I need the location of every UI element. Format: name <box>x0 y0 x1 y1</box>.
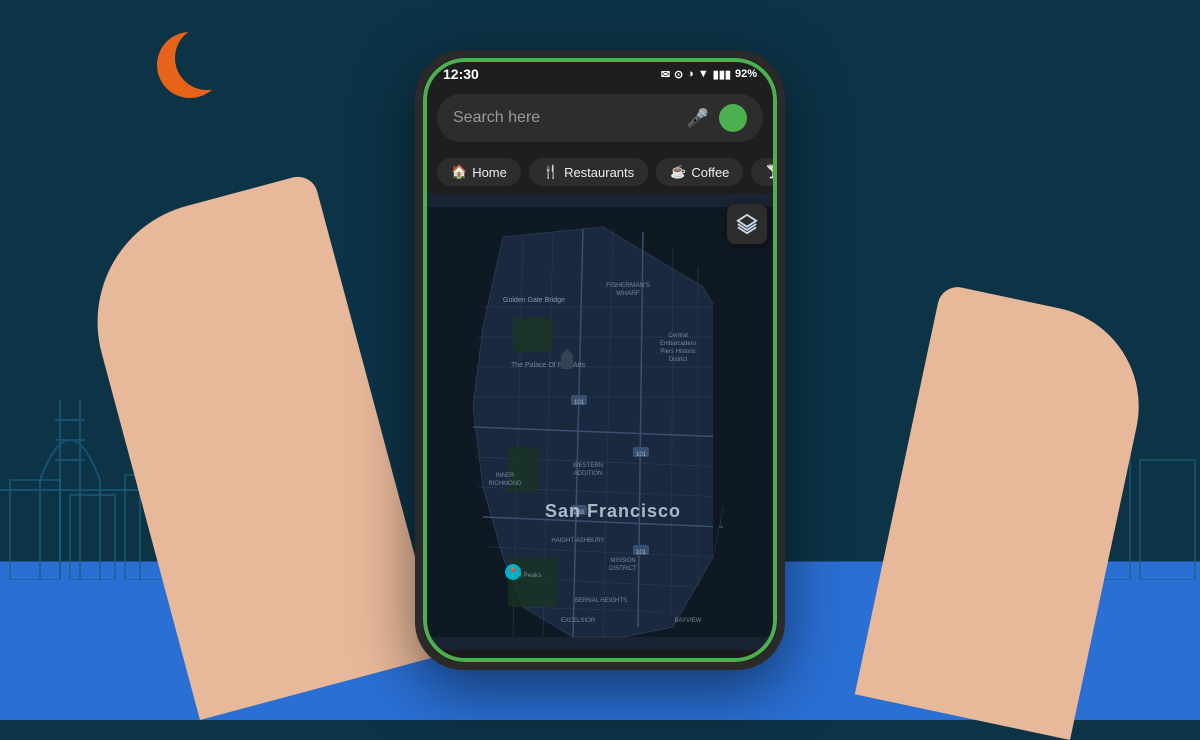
svg-text:EXCELSIOR: EXCELSIOR <box>561 618 596 624</box>
svg-text:101: 101 <box>574 400 585 406</box>
status-icons: ✉ ⊙ ◑ ▼ ▮▮▮ 92% <box>661 68 757 81</box>
moon-decoration <box>155 30 225 100</box>
svg-text:📍: 📍 <box>508 567 518 577</box>
svg-text:DISTRICT: DISTRICT <box>609 566 637 572</box>
svg-text:WESTERN: WESTERN <box>573 463 603 469</box>
svg-text:Central: Central <box>668 333 687 339</box>
svg-text:ADDITION: ADDITION <box>574 471 603 477</box>
email-icon: ✉ <box>661 68 670 81</box>
mic-icon[interactable]: 🎤 <box>687 108 709 129</box>
chip-restaurants[interactable]: 🍴 Restaurants <box>529 158 648 186</box>
svg-text:Piers Historic: Piers Historic <box>660 349 695 355</box>
profile-dot[interactable] <box>719 104 747 132</box>
svg-text:FISHERMAN'S: FISHERMAN'S <box>606 282 651 289</box>
status-bar: 12:30 ✉ ⊙ ◑ ▼ ▮▮▮ 92% <box>423 58 777 86</box>
chip-bar[interactable]: 🍸 B <box>751 158 777 186</box>
status-time: 12:30 <box>443 66 479 82</box>
restaurants-chip-label: Restaurants <box>564 165 634 180</box>
phone: 12:30 ✉ ⊙ ◑ ▼ ▮▮▮ 92% Search here 🎤 🏠 Ho… <box>415 50 785 670</box>
map-svg: 101 101 280 101 Golden Gate Bridge The P… <box>423 194 777 650</box>
coffee-chip-label: Coffee <box>691 165 729 180</box>
svg-text:RICHMOND: RICHMOND <box>489 481 523 487</box>
svg-text:BERNAL HEIGHTS: BERNAL HEIGHTS <box>575 598 627 604</box>
search-bar[interactable]: Search here 🎤 <box>437 94 763 142</box>
home-chip-icon: 🏠 <box>451 164 467 180</box>
svg-text:The Palace Of Fine Arts: The Palace Of Fine Arts <box>511 362 586 369</box>
svg-text:Embarcadero: Embarcadero <box>660 341 697 347</box>
svg-text:101: 101 <box>636 452 647 458</box>
wifi-icon: ▼ <box>698 68 709 80</box>
restaurants-chip-icon: 🍴 <box>543 164 559 180</box>
brightness-icon: ◑ <box>687 68 694 80</box>
search-placeholder: Search here <box>453 109 677 127</box>
location-icon: ⊙ <box>674 68 683 81</box>
signal-icon: ▮▮▮ <box>713 68 731 81</box>
layers-button[interactable] <box>727 204 767 244</box>
map-area[interactable]: 101 101 280 101 Golden Gate Bridge The P… <box>423 194 777 650</box>
search-area: Search here 🎤 <box>423 86 777 152</box>
svg-text:MISSION: MISSION <box>610 558 635 564</box>
svg-text:WHARF: WHARF <box>616 290 640 297</box>
svg-text:HAIGHT-ASHBURY: HAIGHT-ASHBURY <box>551 538 604 544</box>
svg-text:San Francisco: San Francisco <box>545 501 681 521</box>
chip-home[interactable]: 🏠 Home <box>437 158 521 186</box>
battery-text: 92% <box>735 68 757 80</box>
svg-text:BAYVIEW: BAYVIEW <box>675 618 702 624</box>
svg-text:Golden Gate Bridge: Golden Gate Bridge <box>503 297 565 304</box>
bar-chip-icon: 🍸 <box>765 164 777 180</box>
svg-text:District: District <box>669 357 688 363</box>
svg-text:n Peaks: n Peaks <box>518 572 542 579</box>
quick-chips: 🏠 Home 🍴 Restaurants ☕ Coffee 🍸 B <box>423 152 777 194</box>
svg-text:101: 101 <box>636 550 647 556</box>
svg-text:INNER: INNER <box>496 473 515 479</box>
home-chip-label: Home <box>472 165 507 180</box>
chip-coffee[interactable]: ☕ Coffee <box>656 158 743 186</box>
coffee-chip-icon: ☕ <box>670 164 686 180</box>
